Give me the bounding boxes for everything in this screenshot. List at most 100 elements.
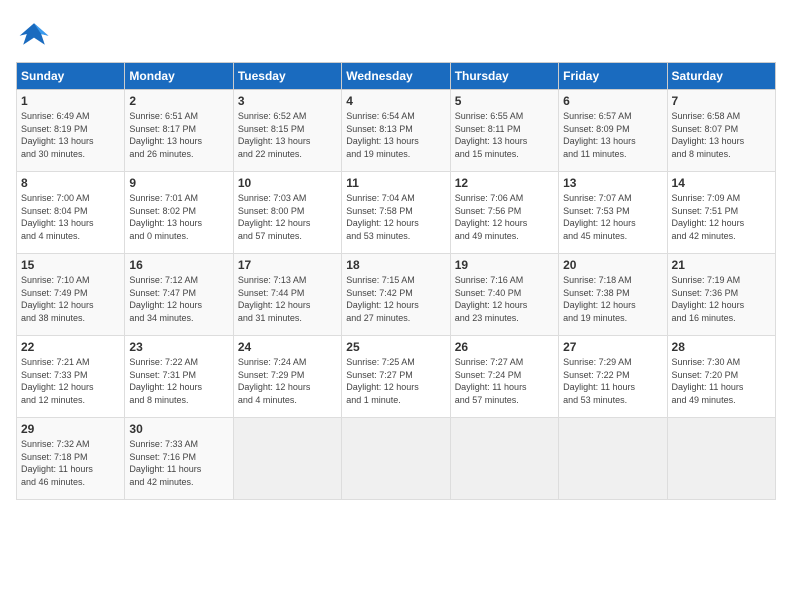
- col-header-saturday: Saturday: [667, 63, 775, 90]
- day-number: 11: [346, 176, 445, 190]
- day-number: 30: [129, 422, 228, 436]
- calendar-cell: 26 Sunrise: 7:27 AMSunset: 7:24 PMDayligh…: [450, 336, 558, 418]
- calendar-cell: 10 Sunrise: 7:03 AMSunset: 8:00 PMDayligh…: [233, 172, 341, 254]
- cell-info: Sunrise: 6:58 AMSunset: 8:07 PMDaylight:…: [672, 110, 771, 160]
- day-number: 13: [563, 176, 662, 190]
- day-number: 19: [455, 258, 554, 272]
- col-header-sunday: Sunday: [17, 63, 125, 90]
- day-number: 12: [455, 176, 554, 190]
- cell-info: Sunrise: 6:49 AMSunset: 8:19 PMDaylight:…: [21, 110, 120, 160]
- calendar-cell: 5 Sunrise: 6:55 AMSunset: 8:11 PMDaylight…: [450, 90, 558, 172]
- cell-info: Sunrise: 7:04 AMSunset: 7:58 PMDaylight:…: [346, 192, 445, 242]
- day-number: 17: [238, 258, 337, 272]
- day-number: 23: [129, 340, 228, 354]
- calendar-cell: 17 Sunrise: 7:13 AMSunset: 7:44 PMDayligh…: [233, 254, 341, 336]
- calendar-cell: 23 Sunrise: 7:22 AMSunset: 7:31 PMDayligh…: [125, 336, 233, 418]
- day-number: 10: [238, 176, 337, 190]
- cell-info: Sunrise: 6:55 AMSunset: 8:11 PMDaylight:…: [455, 110, 554, 160]
- day-number: 16: [129, 258, 228, 272]
- calendar-cell: 18 Sunrise: 7:15 AMSunset: 7:42 PMDayligh…: [342, 254, 450, 336]
- day-number: 25: [346, 340, 445, 354]
- col-header-friday: Friday: [559, 63, 667, 90]
- day-number: 4: [346, 94, 445, 108]
- cell-info: Sunrise: 7:24 AMSunset: 7:29 PMDaylight:…: [238, 356, 337, 406]
- calendar-cell: [559, 418, 667, 500]
- calendar-cell: [667, 418, 775, 500]
- cell-info: Sunrise: 6:54 AMSunset: 8:13 PMDaylight:…: [346, 110, 445, 160]
- cell-info: Sunrise: 7:25 AMSunset: 7:27 PMDaylight:…: [346, 356, 445, 406]
- day-number: 14: [672, 176, 771, 190]
- col-header-wednesday: Wednesday: [342, 63, 450, 90]
- calendar-cell: 3 Sunrise: 6:52 AMSunset: 8:15 PMDaylight…: [233, 90, 341, 172]
- calendar-cell: 24 Sunrise: 7:24 AMSunset: 7:29 PMDayligh…: [233, 336, 341, 418]
- day-number: 5: [455, 94, 554, 108]
- cell-info: Sunrise: 7:30 AMSunset: 7:20 PMDaylight:…: [672, 356, 771, 406]
- cell-info: Sunrise: 7:13 AMSunset: 7:44 PMDaylight:…: [238, 274, 337, 324]
- col-header-tuesday: Tuesday: [233, 63, 341, 90]
- cell-info: Sunrise: 7:12 AMSunset: 7:47 PMDaylight:…: [129, 274, 228, 324]
- cell-info: Sunrise: 7:33 AMSunset: 7:16 PMDaylight:…: [129, 438, 228, 488]
- calendar-cell: 7 Sunrise: 6:58 AMSunset: 8:07 PMDaylight…: [667, 90, 775, 172]
- calendar-cell: 6 Sunrise: 6:57 AMSunset: 8:09 PMDaylight…: [559, 90, 667, 172]
- calendar-cell: [233, 418, 341, 500]
- day-number: 27: [563, 340, 662, 354]
- calendar-cell: 15 Sunrise: 7:10 AMSunset: 7:49 PMDayligh…: [17, 254, 125, 336]
- logo: [16, 16, 56, 52]
- cell-info: Sunrise: 7:15 AMSunset: 7:42 PMDaylight:…: [346, 274, 445, 324]
- day-number: 6: [563, 94, 662, 108]
- cell-info: Sunrise: 6:52 AMSunset: 8:15 PMDaylight:…: [238, 110, 337, 160]
- page: SundayMondayTuesdayWednesdayThursdayFrid…: [0, 0, 792, 508]
- cell-info: Sunrise: 7:27 AMSunset: 7:24 PMDaylight:…: [455, 356, 554, 406]
- calendar-cell: 12 Sunrise: 7:06 AMSunset: 7:56 PMDayligh…: [450, 172, 558, 254]
- day-number: 1: [21, 94, 120, 108]
- day-number: 18: [346, 258, 445, 272]
- cell-info: Sunrise: 7:18 AMSunset: 7:38 PMDaylight:…: [563, 274, 662, 324]
- calendar-cell: 28 Sunrise: 7:30 AMSunset: 7:20 PMDayligh…: [667, 336, 775, 418]
- cell-info: Sunrise: 6:51 AMSunset: 8:17 PMDaylight:…: [129, 110, 228, 160]
- day-number: 2: [129, 94, 228, 108]
- calendar-cell: 8Sunrise: 7:00 AMSunset: 8:04 PMDaylight…: [17, 172, 125, 254]
- day-number: 3: [238, 94, 337, 108]
- cell-info: Sunrise: 7:10 AMSunset: 7:49 PMDaylight:…: [21, 274, 120, 324]
- calendar-cell: 19 Sunrise: 7:16 AMSunset: 7:40 PMDayligh…: [450, 254, 558, 336]
- calendar-cell: [342, 418, 450, 500]
- logo-bird-icon: [16, 16, 52, 52]
- cell-info: Sunrise: 7:22 AMSunset: 7:31 PMDaylight:…: [129, 356, 228, 406]
- day-number: 15: [21, 258, 120, 272]
- cell-info: Sunrise: 7:09 AMSunset: 7:51 PMDaylight:…: [672, 192, 771, 242]
- calendar-cell: 2 Sunrise: 6:51 AMSunset: 8:17 PMDaylight…: [125, 90, 233, 172]
- cell-info: Sunrise: 7:03 AMSunset: 8:00 PMDaylight:…: [238, 192, 337, 242]
- calendar-cell: 21Sunrise: 7:19 AMSunset: 7:36 PMDayligh…: [667, 254, 775, 336]
- cell-info: Sunrise: 7:32 AMSunset: 7:18 PMDaylight:…: [21, 438, 120, 488]
- calendar-cell: 27 Sunrise: 7:29 AMSunset: 7:22 PMDayligh…: [559, 336, 667, 418]
- calendar-cell: 20Sunrise: 7:18 AMSunset: 7:38 PMDayligh…: [559, 254, 667, 336]
- cell-info: Sunrise: 7:16 AMSunset: 7:40 PMDaylight:…: [455, 274, 554, 324]
- calendar-cell: 29 Sunrise: 7:32 AMSunset: 7:18 PMDayligh…: [17, 418, 125, 500]
- calendar-cell: 25 Sunrise: 7:25 AMSunset: 7:27 PMDayligh…: [342, 336, 450, 418]
- cell-info: Sunrise: 7:06 AMSunset: 7:56 PMDaylight:…: [455, 192, 554, 242]
- calendar-cell: 1 Sunrise: 6:49 AMSunset: 8:19 PMDaylight…: [17, 90, 125, 172]
- cell-info: Sunrise: 7:21 AMSunset: 7:33 PMDaylight:…: [21, 356, 120, 406]
- calendar-cell: 4 Sunrise: 6:54 AMSunset: 8:13 PMDaylight…: [342, 90, 450, 172]
- cell-info: Sunrise: 7:00 AMSunset: 8:04 PMDaylight:…: [21, 192, 120, 242]
- calendar-cell: 11 Sunrise: 7:04 AMSunset: 7:58 PMDayligh…: [342, 172, 450, 254]
- calendar-cell: [450, 418, 558, 500]
- day-number: 26: [455, 340, 554, 354]
- day-number: 24: [238, 340, 337, 354]
- calendar-cell: 9Sunrise: 7:01 AMSunset: 8:02 PMDaylight…: [125, 172, 233, 254]
- col-header-monday: Monday: [125, 63, 233, 90]
- day-number: 9: [129, 176, 228, 190]
- day-number: 28: [672, 340, 771, 354]
- day-number: 7: [672, 94, 771, 108]
- day-number: 29: [21, 422, 120, 436]
- calendar-table: SundayMondayTuesdayWednesdayThursdayFrid…: [16, 62, 776, 500]
- day-number: 22: [21, 340, 120, 354]
- calendar-cell: 14 Sunrise: 7:09 AMSunset: 7:51 PMDayligh…: [667, 172, 775, 254]
- cell-info: Sunrise: 7:29 AMSunset: 7:22 PMDaylight:…: [563, 356, 662, 406]
- header: [16, 16, 776, 52]
- cell-info: Sunrise: 7:07 AMSunset: 7:53 PMDaylight:…: [563, 192, 662, 242]
- cell-info: Sunrise: 6:57 AMSunset: 8:09 PMDaylight:…: [563, 110, 662, 160]
- calendar-cell: 16 Sunrise: 7:12 AMSunset: 7:47 PMDayligh…: [125, 254, 233, 336]
- col-header-thursday: Thursday: [450, 63, 558, 90]
- day-number: 21: [672, 258, 771, 272]
